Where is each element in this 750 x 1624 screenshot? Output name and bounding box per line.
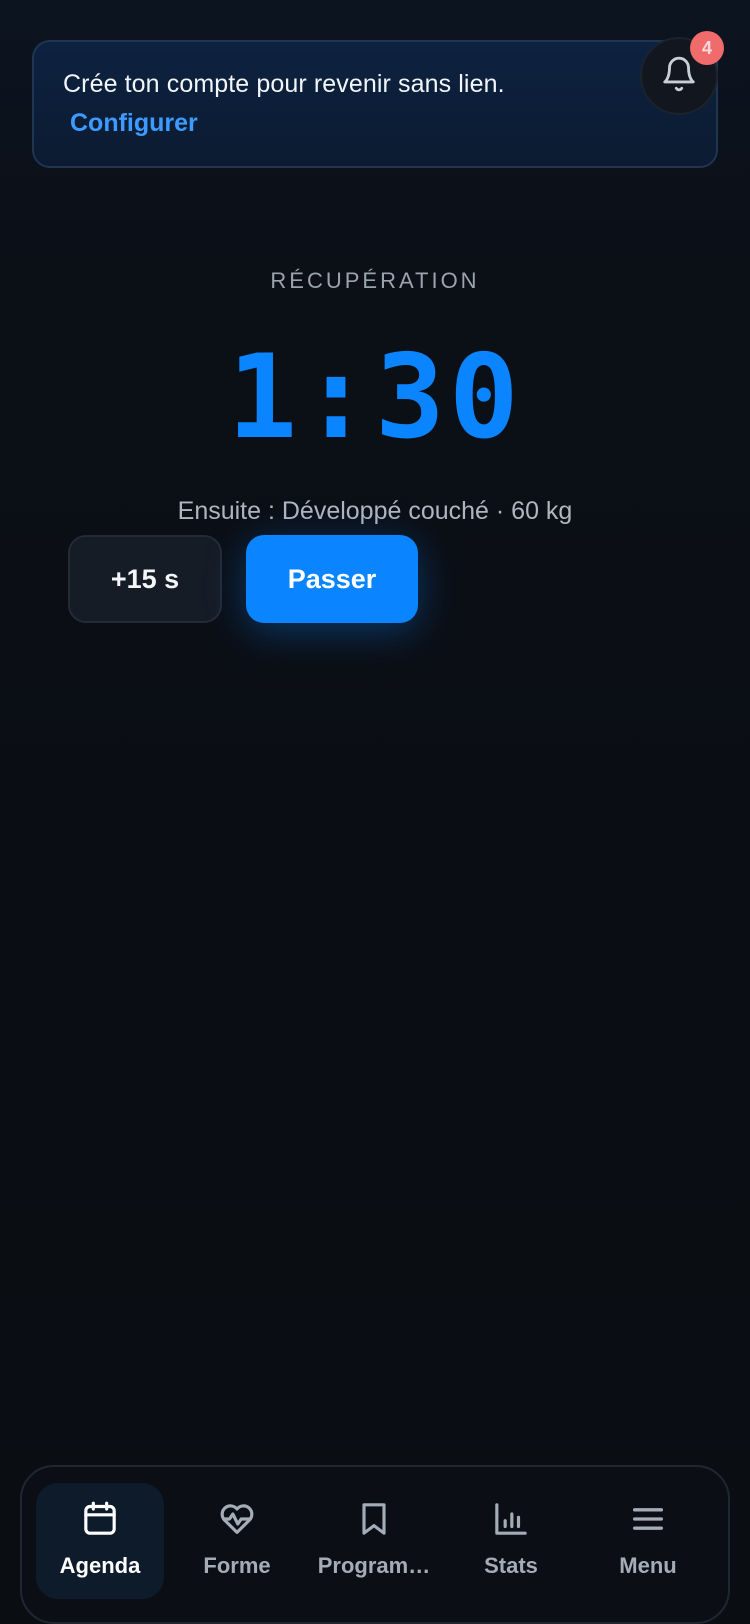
tab-programmes[interactable]: Program…: [310, 1483, 438, 1599]
account-banner: Crée ton compte pour revenir sans lien. …: [32, 40, 718, 168]
tab-forme[interactable]: Forme: [173, 1483, 301, 1599]
next-exercise: Ensuite : Développé couché · 60 kg: [177, 497, 573, 525]
configure-link[interactable]: Configurer: [70, 109, 198, 138]
banner-message: Crée ton compte pour revenir sans lien.: [63, 70, 505, 98]
tab-label: Forme: [203, 1553, 271, 1578]
tab-label: Menu: [619, 1553, 677, 1578]
tab-agenda[interactable]: Agenda: [36, 1483, 164, 1599]
tab-label: Agenda: [59, 1553, 141, 1578]
tab-label: Program…: [317, 1553, 431, 1578]
bottom-nav: Agenda Forme Program… Stats Menu: [20, 1465, 730, 1624]
timer-label: RÉCUPÉRATION: [270, 268, 480, 293]
skip-button[interactable]: Passer: [246, 535, 418, 623]
notification-badge: 4: [690, 31, 724, 65]
bell-icon: [660, 55, 698, 98]
menu-icon: [584, 1499, 712, 1539]
bar-chart-icon: [447, 1499, 575, 1539]
bookmark-icon: [310, 1499, 438, 1539]
timer-countdown: 1:30: [227, 330, 523, 465]
tab-label: Stats: [484, 1553, 538, 1578]
add-15s-button[interactable]: +15 s: [68, 535, 222, 623]
tab-menu[interactable]: Menu: [584, 1483, 712, 1599]
heart-pulse-icon: [173, 1499, 301, 1539]
calendar-icon: [36, 1499, 164, 1539]
tab-stats[interactable]: Stats: [447, 1483, 575, 1599]
